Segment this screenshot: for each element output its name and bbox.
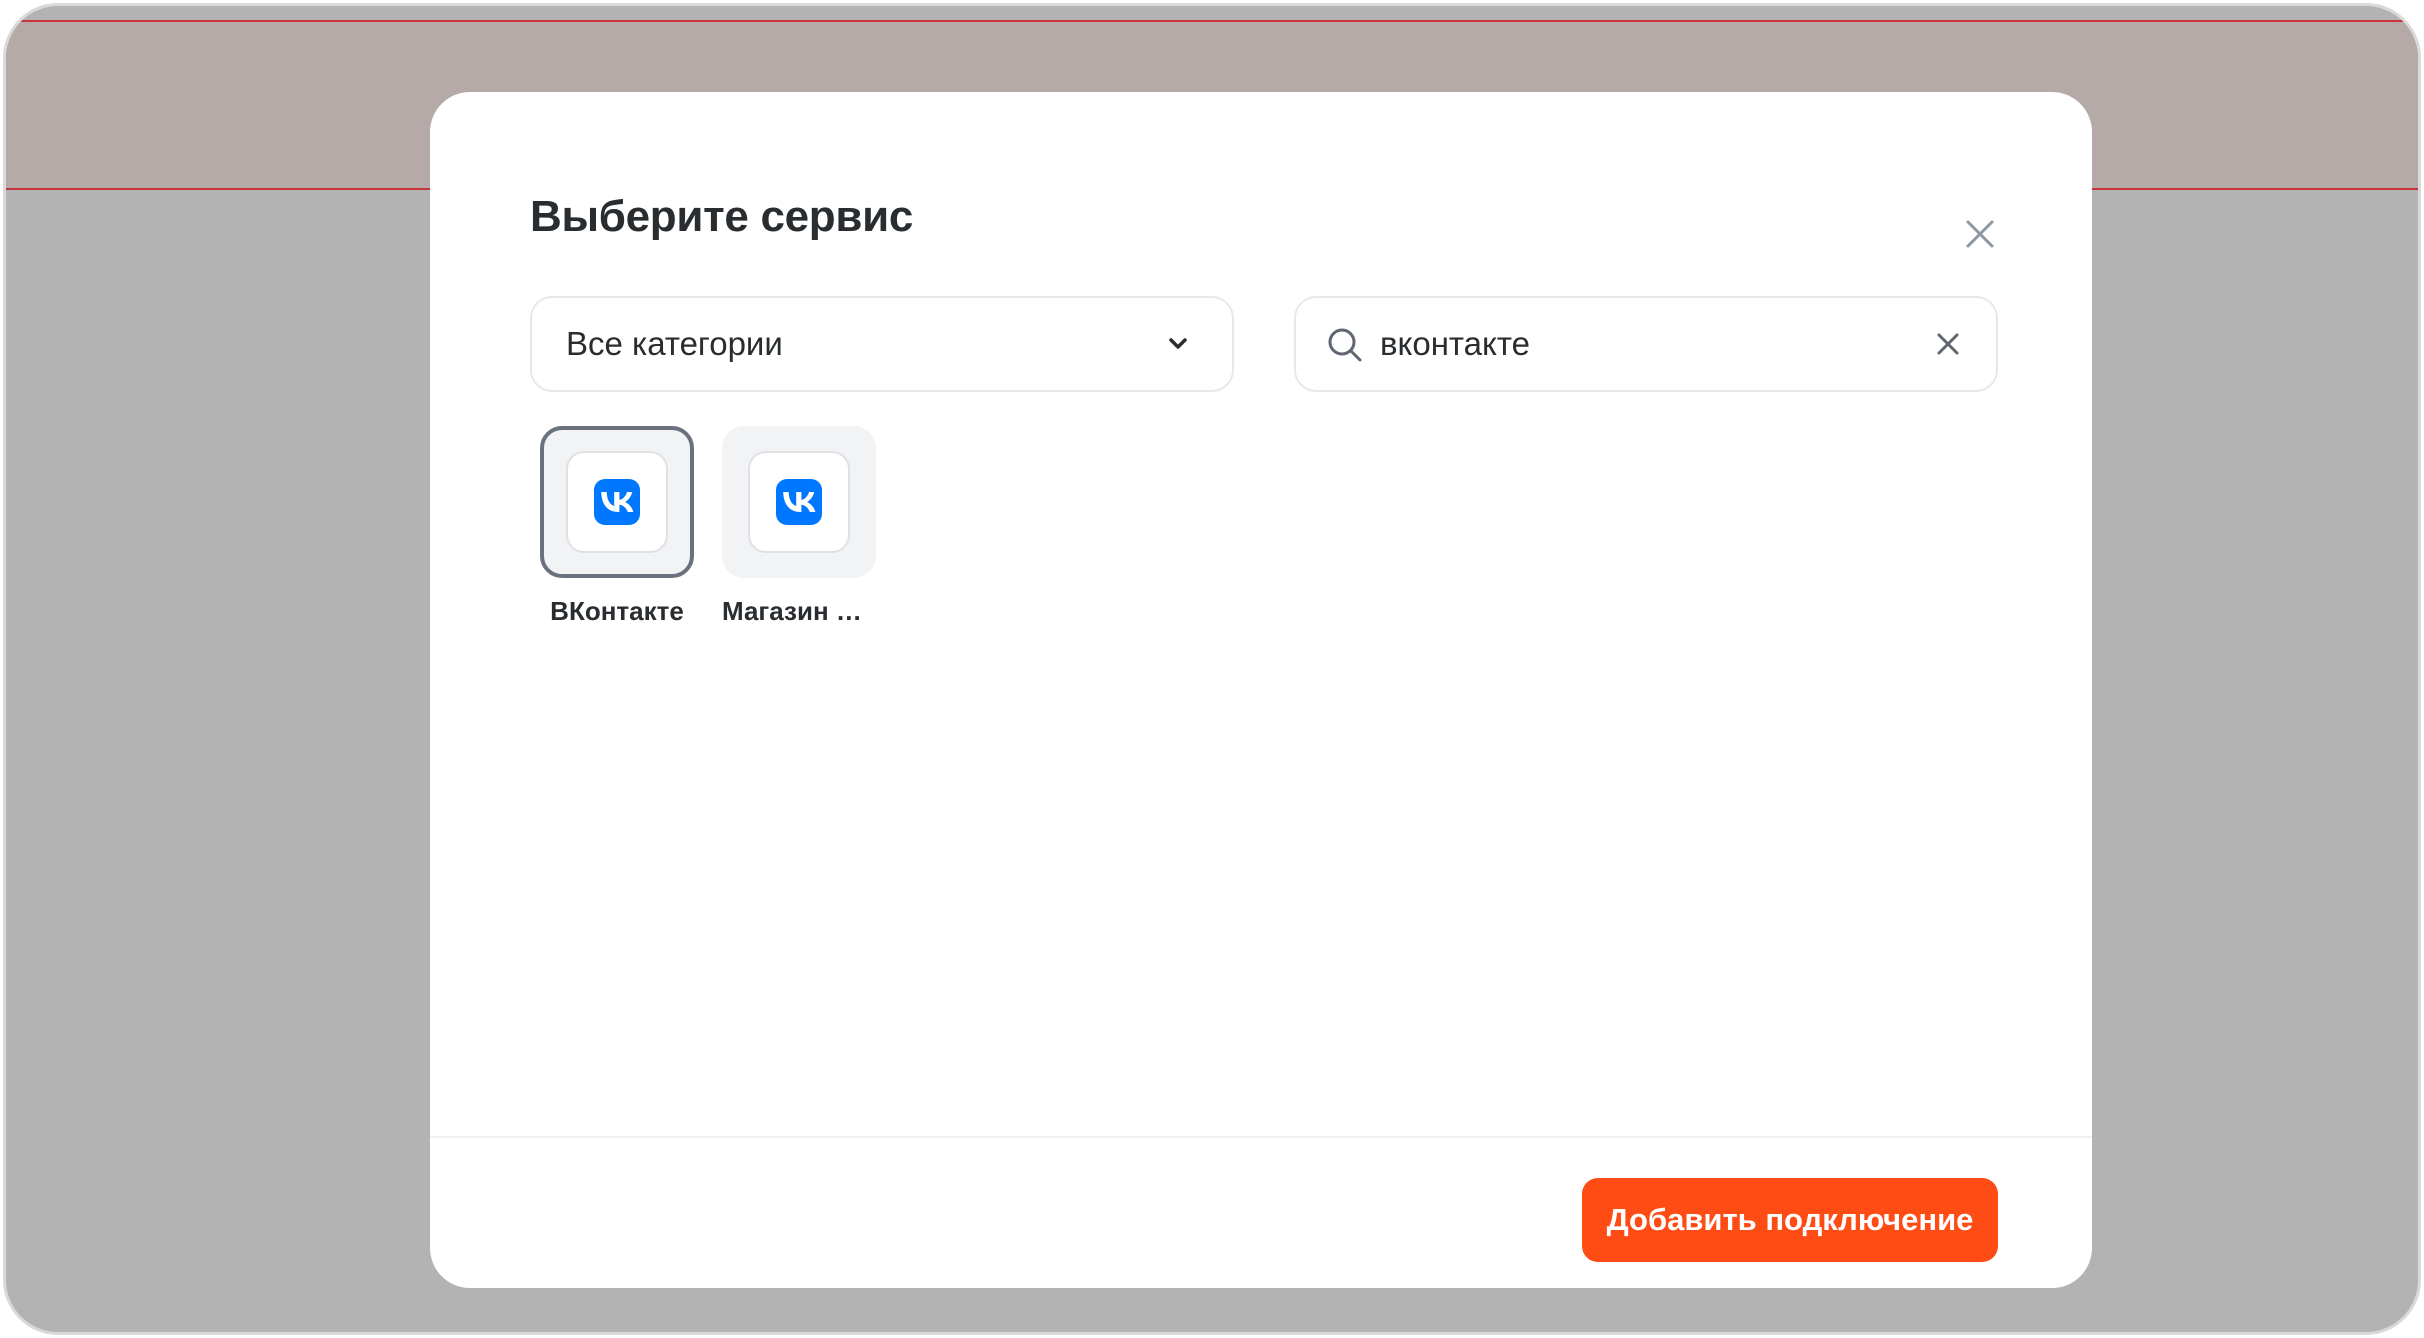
search-box: [1294, 296, 1998, 392]
modal-title: Выберите сервис: [530, 192, 914, 241]
vk-logo-icon: [776, 479, 822, 525]
category-select[interactable]: Все категории: [530, 296, 1234, 392]
modal-close-button[interactable]: [1950, 204, 2010, 264]
close-icon: [1966, 220, 1994, 248]
search-icon: [1328, 328, 1362, 362]
category-select-value: Все категории: [566, 325, 783, 362]
select-service-modal: Выберите сервис Все категории вконтакте …: [430, 92, 2092, 1288]
search-input[interactable]: [1380, 308, 1920, 380]
service-logo-card: [748, 451, 850, 553]
add-connection-button[interactable]: Добавить подключение: [1582, 1178, 1998, 1262]
chevron-down-icon: [1169, 338, 1187, 349]
clear-search-icon[interactable]: [1930, 326, 1966, 362]
service-vk-market[interactable]: Магазин В...: [722, 426, 876, 627]
service-logo-card: [566, 451, 668, 553]
service-name: ВКонтакте: [550, 596, 684, 626]
app-window: Выберите сервис Все категории вконтакте …: [6, 6, 2418, 1332]
vk-logo-icon: [594, 479, 640, 525]
service-vkontakte[interactable]: ВКонтакте: [540, 426, 694, 627]
footer-divider: [430, 1136, 2092, 1138]
service-name: Магазин В...: [722, 596, 876, 626]
service-tile[interactable]: [722, 426, 876, 578]
service-tile[interactable]: [540, 426, 694, 578]
